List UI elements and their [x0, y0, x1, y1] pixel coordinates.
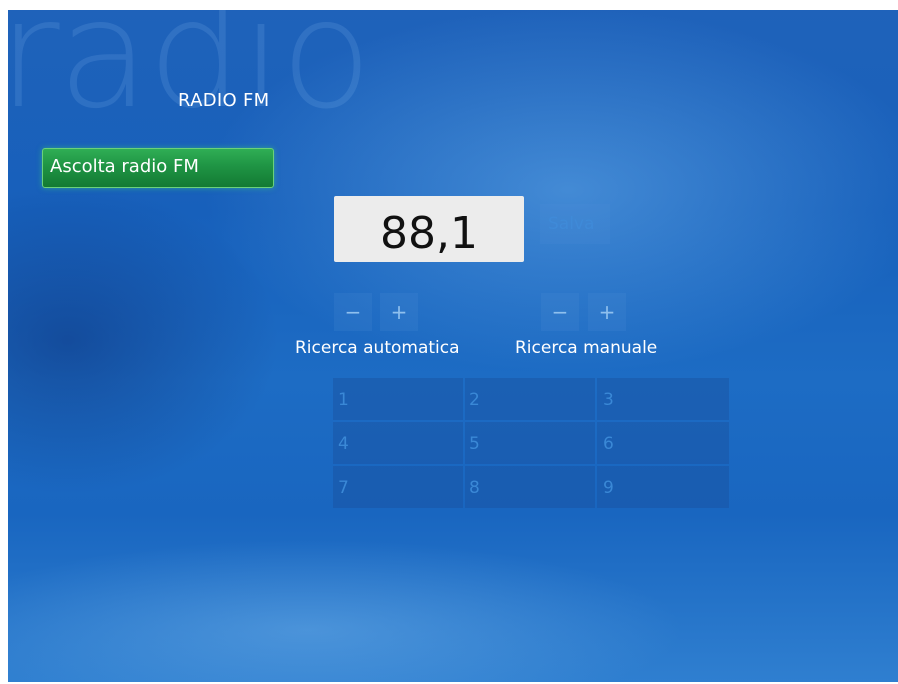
save-button[interactable]: Salva — [540, 204, 610, 244]
manual-search-label: Ricerca manuale — [515, 338, 658, 358]
frequency-display: 88,1 — [334, 196, 524, 262]
manual-search-minus-button[interactable]: − — [541, 293, 579, 331]
keypad-key-9[interactable]: 9 — [597, 466, 729, 508]
menu-item-listen-fm[interactable]: Ascolta radio FM — [42, 148, 274, 188]
auto-search-plus-button[interactable]: + — [380, 293, 418, 331]
media-center-screen: radio RADIO FM Ascolta radio FM 88,1 Sal… — [8, 10, 898, 682]
keypad-key-5[interactable]: 5 — [465, 422, 595, 464]
manual-search-plus-button[interactable]: + — [588, 293, 626, 331]
keypad-key-7[interactable]: 7 — [333, 466, 463, 508]
background-watermark-word: radio — [8, 10, 372, 142]
keypad-key-2[interactable]: 2 — [465, 378, 595, 420]
keypad-key-3[interactable]: 3 — [597, 378, 729, 420]
keypad-key-4[interactable]: 4 — [333, 422, 463, 464]
keypad-key-6[interactable]: 6 — [597, 422, 729, 464]
keypad-key-1[interactable]: 1 — [333, 378, 463, 420]
auto-search-minus-button[interactable]: − — [334, 293, 372, 331]
page-title: RADIO FM — [178, 90, 270, 111]
auto-search-label: Ricerca automatica — [295, 338, 460, 358]
numeric-keypad: 1 2 3 4 5 6 7 8 9 — [333, 378, 729, 508]
keypad-key-8[interactable]: 8 — [465, 466, 595, 508]
